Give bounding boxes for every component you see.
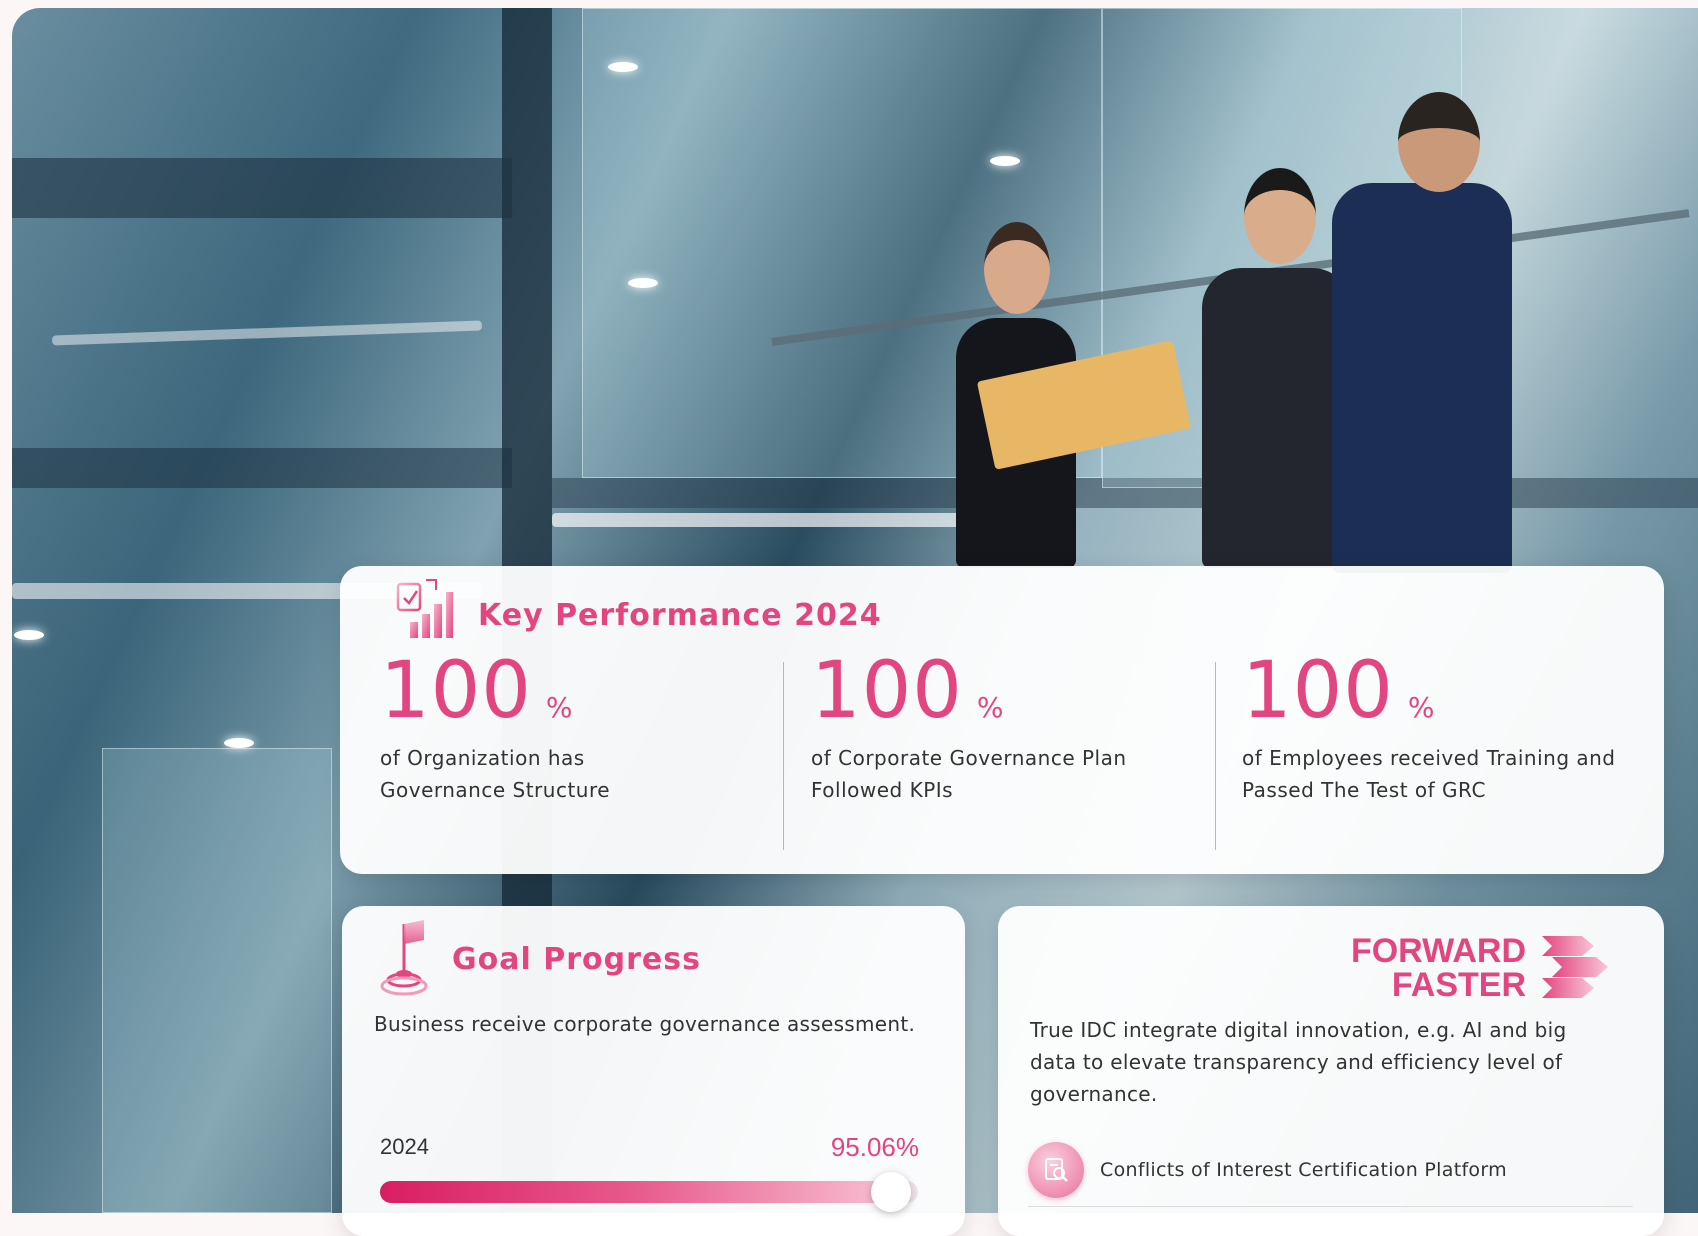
progress-bar-fill (380, 1181, 892, 1203)
divider (1028, 1206, 1633, 1207)
coi-platform-label: Conflicts of Interest Certification Plat… (1100, 1159, 1507, 1181)
person-man (1202, 268, 1352, 568)
stat-value: 100 (380, 646, 532, 736)
building-floor-slab (12, 448, 512, 488)
divider (783, 662, 784, 850)
progress-bar-knob[interactable] (871, 1172, 912, 1212)
goal-progress-card: Goal Progress Business receive corporate… (342, 906, 965, 1236)
stat-unit: % (1407, 691, 1435, 724)
stat-desc-line: Passed The Test of GRC (1242, 778, 1486, 802)
stat-governance-structure: 100% of Organization has Governance Stru… (380, 652, 780, 806)
ceiling-light (224, 738, 254, 748)
divider (1215, 662, 1216, 850)
goal-percent: 95.06% (830, 1132, 919, 1162)
goal-year: 2024 (380, 1134, 429, 1159)
stat-desc-line: Followed KPIs (811, 778, 954, 802)
person-man-head (1244, 168, 1316, 264)
light-strip (51, 320, 483, 346)
stat-value: 100 (811, 646, 963, 736)
person-back-head (1398, 92, 1480, 192)
logo-line: FASTER (1391, 966, 1526, 1004)
glass-panel (102, 748, 332, 1213)
stat-description: of Organization has Governance Structure (380, 742, 780, 806)
key-performance-card: Key Performance 2024 100% of Organizatio… (340, 566, 1664, 874)
coi-platform-item[interactable]: Conflicts of Interest Certification Plat… (1028, 1142, 1507, 1198)
stat-desc-line: of Organization has (380, 746, 585, 770)
stat-unit: % (545, 691, 573, 724)
stat-desc-line: Governance Structure (380, 778, 611, 802)
ceiling-light (14, 630, 44, 640)
person-woman-head (984, 222, 1050, 314)
stat-value: 100 (1242, 646, 1394, 736)
stat-description: of Employees received Training and Passe… (1242, 742, 1662, 806)
stat-grc-training: 100% of Employees received Training and … (1242, 652, 1662, 806)
ceiling-light (608, 62, 638, 72)
forward-arrows-icon (1542, 936, 1608, 998)
ceiling-light (990, 156, 1020, 166)
forward-faster-logo: FORWARD FASTER (1351, 934, 1526, 1002)
person-back (1332, 183, 1512, 573)
progress-bar-track (380, 1172, 918, 1212)
stat-desc-line: of Corporate Governance Plan (811, 746, 1127, 770)
stat-governance-kpis: 100% of Corporate Governance Plan Follow… (811, 652, 1211, 806)
key-performance-title: Key Performance 2024 (478, 598, 882, 633)
forward-faster-card: FORWARD FASTER True IDC integrate digita… (998, 906, 1664, 1236)
ceiling-light (628, 278, 658, 288)
stat-unit: % (976, 691, 1004, 724)
certificate-search-icon (1028, 1142, 1084, 1198)
building-floor-slab (12, 158, 512, 218)
logo-line: FORWARD (1350, 932, 1526, 970)
forward-faster-description: True IDC integrate digital innovation, e… (1030, 1018, 1567, 1106)
performance-chart-icon (396, 579, 453, 638)
goal-progress-title: Goal Progress (452, 942, 701, 977)
goal-description: Business receive corporate governance as… (374, 1012, 916, 1036)
target-flag-icon (380, 920, 428, 996)
stat-description: of Corporate Governance Plan Followed KP… (811, 742, 1211, 806)
stat-desc-line: of Employees received Training and (1242, 746, 1616, 770)
light-strip (552, 513, 972, 527)
